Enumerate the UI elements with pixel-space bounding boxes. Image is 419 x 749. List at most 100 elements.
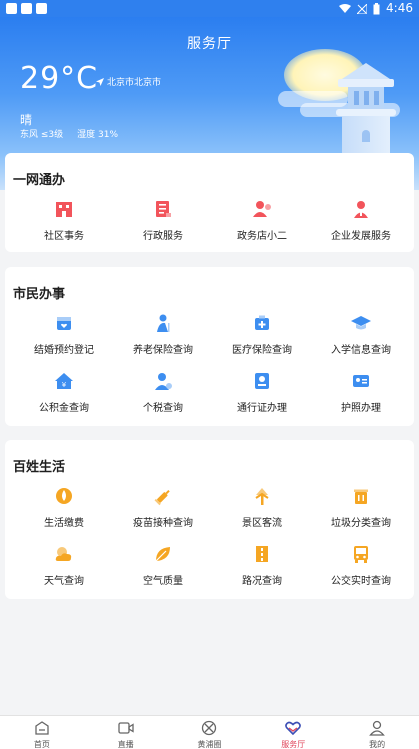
tab-live[interactable]: 直播 [84,716,168,749]
heart-hands-icon [285,721,302,736]
id-badge-icon [255,373,269,389]
house-yen-icon: ¥ [55,373,73,389]
service-item-utility-payment[interactable]: 生活缴费 [13,486,115,529]
payment-drop-icon [56,488,72,504]
user-icon [369,720,385,736]
wifi-icon [339,3,352,13]
medical-kit-icon [255,315,269,330]
weather-condition: 晴 [20,113,33,127]
service-label: 公交实时查询 [331,576,391,587]
service-item-vaccine[interactable]: 疫苗接种查询 [112,486,214,529]
clock: 4:46 [386,1,413,15]
document-icon [156,201,171,217]
service-item-community-affairs[interactable]: 社区事务 [13,199,115,242]
service-label: 入学信息查询 [331,345,391,356]
tab-service-hall[interactable]: 服务厅 [251,716,335,749]
service-item-bus[interactable]: 公交实时查询 [310,544,412,587]
marriage-box-icon [57,317,71,330]
service-item-medical[interactable]: 医疗保险查询 [211,313,313,356]
service-label: 结婚预约登记 [34,345,94,356]
video-camera-icon [118,722,134,734]
signal-icon [357,3,368,14]
tab-label: 直播 [117,740,134,749]
service-label: 个税查询 [143,403,183,414]
service-item-enterprise[interactable]: 企业发展服务 [310,199,412,242]
bus-icon [354,546,368,563]
weather-cloud-icon [55,547,72,561]
service-item-pension[interactable]: 养老保险查询 [112,313,214,356]
home-icon [35,721,49,735]
service-item-weather[interactable]: 天气查询 [13,544,115,587]
notification-icon [6,3,17,14]
service-label: 医疗保险查询 [232,345,292,356]
service-label: 行政服务 [143,231,183,242]
notification-icon [36,3,47,14]
section-title: 市民办事 [13,287,66,302]
service-label: 生活缴费 [44,518,84,529]
service-item-administrative[interactable]: 行政服务 [112,199,214,242]
elderly-person-icon [157,314,170,332]
service-item-scenic-flow[interactable]: 景区客流 [211,486,313,529]
leaf-icon [155,547,170,562]
service-item-income-tax[interactable]: 个税查询 [112,371,214,414]
tab-home[interactable]: 首页 [0,716,84,749]
service-label: 空气质量 [143,576,183,587]
location-label: 北京市北京市 [107,78,162,88]
service-label: 养老保险查询 [133,345,193,356]
business-person-icon [354,201,368,218]
service-item-enrollment[interactable]: 入学信息查询 [310,313,412,356]
service-item-garbage-sorting[interactable]: 垃圾分类查询 [310,486,412,529]
community-building-icon [56,202,72,217]
section-title: 百姓生活 [13,460,66,475]
service-label: 天气查询 [44,576,84,587]
service-label: 通行证办理 [237,403,287,414]
service-item-assistant[interactable]: 政务店小二 [211,199,313,242]
bottom-tab-bar: 首页 直播 黄浦圈 服务厅 我的 [0,715,419,749]
tab-label: 首页 [33,740,50,749]
temperature: 29°C [20,61,99,96]
service-label: 政务店小二 [237,231,287,242]
page-title: 服务厅 [187,36,232,52]
passport-card-icon [353,375,369,387]
service-label: 护照办理 [341,403,381,414]
person-tax-icon [155,373,172,390]
assistant-person-icon [253,201,271,217]
tab-community[interactable]: 黄浦圈 [168,716,252,749]
service-item-marriage[interactable]: 结婚预约登记 [13,313,115,356]
service-label: 垃圾分类查询 [331,518,391,529]
service-label: 企业发展服务 [331,231,391,242]
trash-bin-icon [354,489,368,504]
tab-profile[interactable]: 我的 [335,716,419,749]
service-item-travel-permit[interactable]: 通行证办理 [211,371,313,414]
service-label: 路况查询 [242,576,282,587]
service-item-traffic[interactable]: 路况查询 [211,544,313,587]
road-icon [256,546,268,562]
notification-icons [6,3,47,14]
weather-details: 东风 ≤3级 湿度 31% [20,127,118,140]
service-item-housing-fund[interactable]: ¥ 公积金查询 [13,371,115,414]
wind-info: 东风 ≤3级 [20,130,64,140]
location-arrow-icon [96,77,104,86]
circle-cross-icon [202,720,217,736]
section-citizen-affairs: 市民办事 结婚预约登记 养老保险查询 医疗保险查询 入学信息查询 ¥ 公积金查询… [5,267,414,426]
service-label: 社区事务 [44,231,84,242]
syringe-icon [154,489,170,506]
service-item-passport[interactable]: 护照办理 [310,371,412,414]
tab-label: 我的 [369,740,386,749]
service-item-air-quality[interactable]: 空气质量 [112,544,214,587]
tree-scenic-icon [255,488,269,505]
service-label: 公积金查询 [39,403,89,414]
tab-label: 黄浦圈 [197,740,222,749]
humidity-info: 湿度 31% [77,130,119,140]
svg-text:¥: ¥ [62,381,67,389]
service-label: 景区客流 [242,518,282,529]
section-daily-life: 百姓生活 生活缴费 疫苗接种查询 景区客流 垃圾分类查询 天气查询 空气质量 路… [5,440,414,599]
tab-label: 服务厅 [281,740,306,749]
location[interactable]: 北京市北京市 [96,75,161,88]
battery-icon [373,2,380,14]
notification-icon [21,3,32,14]
section-title: 一网通办 [13,173,66,188]
status-bar: 4:46 [0,0,419,17]
graduation-cap-icon [351,316,371,330]
service-label: 疫苗接种查询 [133,518,193,529]
